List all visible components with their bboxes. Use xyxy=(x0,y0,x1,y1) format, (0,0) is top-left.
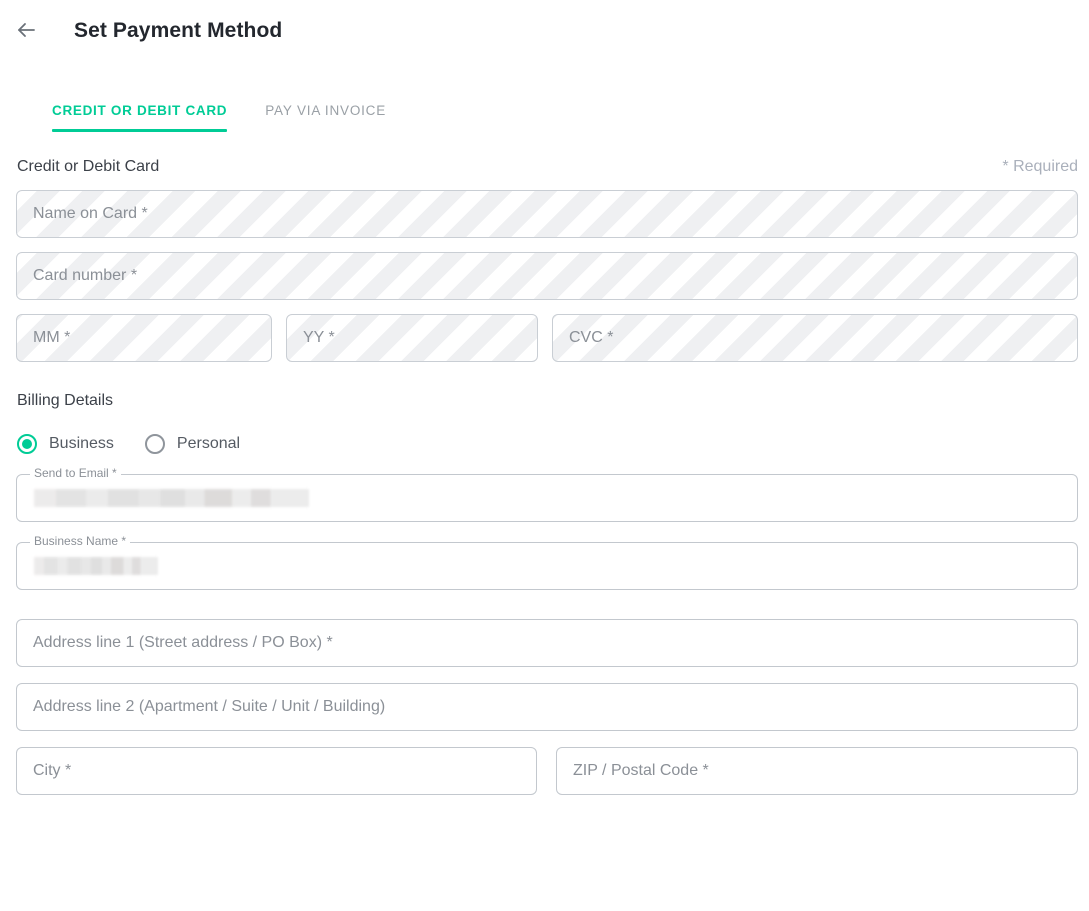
send-to-email-field[interactable]: Send to Email * xyxy=(16,467,1078,522)
address-line-2-field[interactable]: Address line 2 (Apartment / Suite / Unit… xyxy=(16,683,1078,731)
page-title: Set Payment Method xyxy=(74,18,283,42)
cvc-placeholder: CVC * xyxy=(569,329,614,346)
radio-option-personal-label: Personal xyxy=(176,435,241,452)
billing-type-radio-group: Business Personal xyxy=(0,434,1089,454)
radio-option-business-label: Business xyxy=(49,435,114,452)
card-number-field[interactable]: Card number * xyxy=(16,252,1078,300)
city-placeholder: City * xyxy=(33,762,72,779)
business-name-redacted-value xyxy=(34,557,158,575)
address-line-1-field[interactable]: Address line 1 (Street address / PO Box)… xyxy=(16,619,1078,667)
expiry-cvc-row: MM * YY * CVC * xyxy=(16,314,1078,362)
card-section-header: Credit or Debit Card * Required xyxy=(0,158,1089,176)
business-name-field[interactable]: Business Name * xyxy=(16,535,1078,590)
card-number-placeholder: Card number * xyxy=(33,267,138,284)
field-spacer xyxy=(537,747,556,795)
expiry-month-placeholder: MM * xyxy=(33,329,71,346)
payment-method-tabs: CREDIT OR DEBIT CARD PAY VIA INVOICE xyxy=(0,90,1089,132)
back-button[interactable] xyxy=(6,10,46,50)
send-to-email-redacted-value xyxy=(34,489,309,507)
field-spacer xyxy=(272,314,286,362)
payment-form: Name on Card * Card number * MM * YY * C… xyxy=(0,190,1089,362)
city-zip-row: City * ZIP / Postal Code * xyxy=(16,747,1078,795)
expiry-year-field[interactable]: YY * xyxy=(286,314,538,362)
expiry-year-placeholder: YY * xyxy=(303,329,335,346)
name-on-card-placeholder: Name on Card * xyxy=(33,205,148,222)
radio-selected-icon xyxy=(17,434,37,454)
city-field[interactable]: City * xyxy=(16,747,537,795)
field-spacer xyxy=(538,314,552,362)
billing-form: Send to Email * Business Name * Address … xyxy=(0,467,1089,795)
tab-pay-via-invoice-label: PAY VIA INVOICE xyxy=(265,103,387,118)
expiry-month-field[interactable]: MM * xyxy=(16,314,272,362)
billing-details-title: Billing Details xyxy=(17,392,114,409)
send-to-email-label: Send to Email * xyxy=(30,467,121,479)
name-on-card-field[interactable]: Name on Card * xyxy=(16,190,1078,238)
tab-credit-or-debit-card-label: CREDIT OR DEBIT CARD xyxy=(52,103,228,118)
zip-postal-code-field[interactable]: ZIP / Postal Code * xyxy=(556,747,1078,795)
address-line-1-placeholder: Address line 1 (Street address / PO Box)… xyxy=(33,634,333,651)
arrow-left-icon xyxy=(14,18,38,42)
card-section-title: Credit or Debit Card xyxy=(17,158,160,175)
radio-option-personal[interactable]: Personal xyxy=(144,434,241,454)
page-header: Set Payment Method xyxy=(0,0,1089,52)
zip-postal-code-placeholder: ZIP / Postal Code * xyxy=(573,762,709,779)
form-spacer xyxy=(16,590,1078,608)
required-note: * Required xyxy=(1002,158,1078,175)
tab-pay-via-invoice[interactable]: PAY VIA INVOICE xyxy=(265,103,386,132)
tab-credit-or-debit-card[interactable]: CREDIT OR DEBIT CARD xyxy=(52,103,228,132)
business-name-label: Business Name * xyxy=(30,535,131,547)
radio-option-business[interactable]: Business xyxy=(17,434,114,454)
cvc-field[interactable]: CVC * xyxy=(552,314,1078,362)
address-line-2-placeholder: Address line 2 (Apartment / Suite / Unit… xyxy=(33,698,386,715)
radio-unselected-icon xyxy=(144,434,165,454)
